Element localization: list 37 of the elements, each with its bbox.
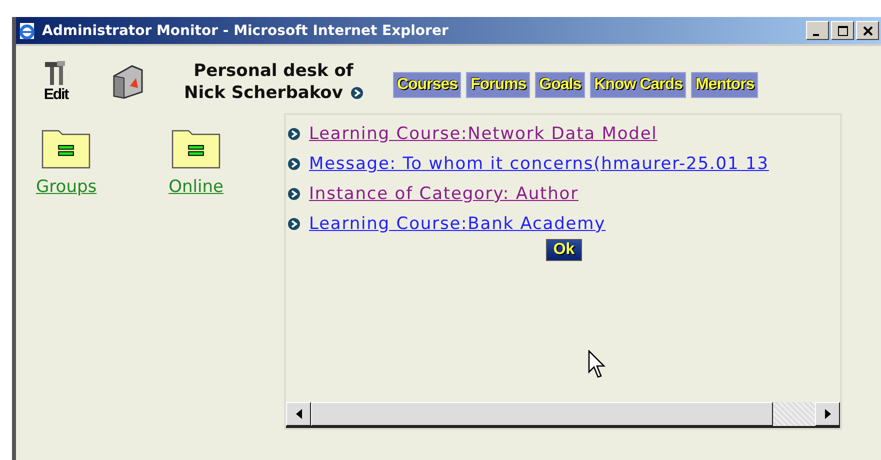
window-title: Administrator Monitor - Microsoft Internet Explorer	[42, 22, 448, 38]
arrow-bullet-icon[interactable]	[350, 87, 363, 99]
horizontal-scrollbar[interactable]	[286, 402, 840, 428]
left-arrow-icon	[296, 409, 302, 419]
nav-button[interactable]: Mentors	[691, 72, 758, 98]
scroll-right-button[interactable]	[815, 402, 840, 426]
minimize-icon	[813, 34, 819, 36]
maximize-icon	[838, 26, 848, 36]
link[interactable]: Learning Course:Network Data Model	[309, 124, 658, 144]
scroll-left-button[interactable]	[286, 402, 311, 426]
folder-icon[interactable]	[170, 127, 222, 169]
arrow-bullet-icon	[288, 218, 300, 230]
user-name: Nick Scherbakov	[184, 82, 343, 104]
desk-title: Personal desk of	[194, 60, 354, 82]
close-button[interactable]	[856, 21, 879, 40]
close-icon	[862, 26, 872, 36]
link[interactable]: Instance of Category: Author	[309, 184, 578, 204]
link[interactable]: Learning Course:Bank Academy	[309, 214, 606, 234]
nav-button[interactable]: Goals	[535, 72, 586, 98]
nav-button[interactable]: Forums	[466, 72, 530, 98]
folder-link[interactable]: Online	[168, 177, 224, 197]
arrow-bullet-icon	[288, 158, 300, 170]
nav-button[interactable]: Know Cards	[590, 72, 686, 98]
folder-link[interactable]: Groups	[36, 177, 97, 197]
ok-button[interactable]: Ok	[546, 239, 582, 261]
scroll-thumb[interactable]	[311, 402, 773, 426]
folder-icon[interactable]	[40, 127, 92, 169]
arrow-bullet-icon	[288, 188, 300, 200]
nav-button[interactable]: Courses	[392, 72, 462, 98]
right-arrow-icon	[824, 409, 830, 419]
mouse-pointer-icon	[588, 350, 608, 380]
arrow-bullet-icon	[288, 128, 300, 140]
link[interactable]: Message: To whom it concerns(hmaurer-25.01 13	[309, 154, 769, 174]
maximize-button[interactable]	[831, 21, 854, 40]
browser-logo-icon	[18, 22, 36, 40]
minimize-button[interactable]	[806, 21, 829, 40]
edit-label[interactable]: Edit	[44, 86, 68, 103]
